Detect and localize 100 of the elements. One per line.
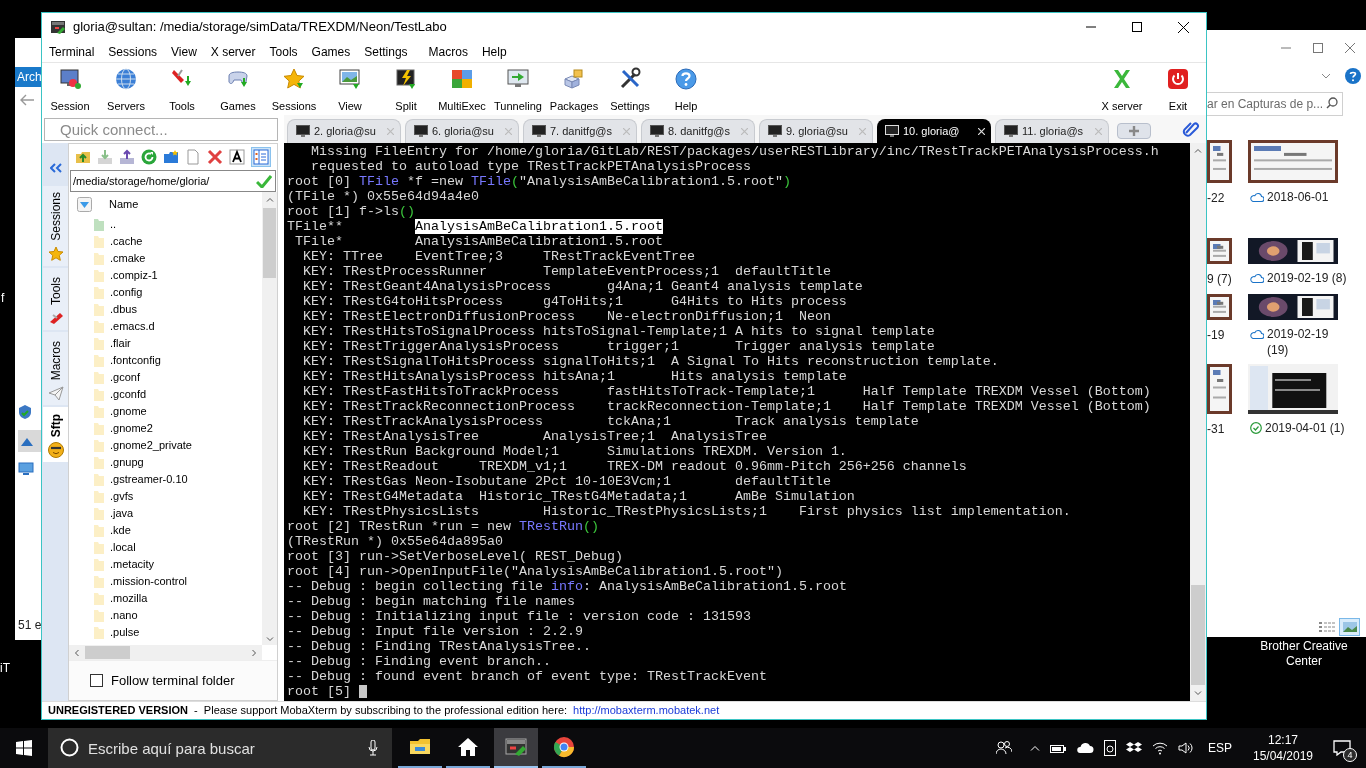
file-label[interactable]: 2018-06-01 [1267,189,1347,205]
horizontal-scrollbar[interactable] [69,645,262,660]
scrollbar-thumb[interactable] [85,646,130,659]
file-label[interactable]: -19 [1207,326,1248,344]
desktop-icon-label[interactable]: Brother Creative Center [1245,639,1363,669]
menu-item[interactable]: Sessions [101,42,165,61]
selected-row[interactable] [18,430,42,452]
side-tab[interactable]: Tools [43,268,68,330]
cloud-icon[interactable] [1076,742,1094,754]
file-label[interactable]: 2019-02-19 (8) [1267,270,1347,286]
menu-item[interactable]: Macros [421,42,475,61]
scrollbar-thumb[interactable] [1191,585,1205,685]
file-name[interactable]: .metacity [110,556,154,573]
file-name[interactable]: .kde [110,522,131,539]
file-name[interactable]: .java [110,505,134,522]
file-name[interactable]: .dbus [110,301,137,318]
file-name[interactable]: .gvfs [110,488,134,505]
file-name[interactable]: .config [110,284,143,301]
file-name[interactable]: .cmake [110,250,146,267]
toolbar-button[interactable]: MultiExec [434,63,490,115]
toolbar-button[interactable]: Tunneling [490,63,546,115]
close-icon[interactable] [978,127,985,135]
clock-date[interactable]: 15/04/2019 [1252,748,1314,764]
chevron-right-icon[interactable] [252,648,257,657]
toolbar-button[interactable]: Games [210,63,266,115]
file-name[interactable]: .local [110,539,136,556]
scrollbar[interactable] [1190,143,1206,701]
text-icon[interactable] [229,149,245,165]
paperclip-icon[interactable] [1182,120,1200,138]
shield-icon[interactable] [18,404,32,420]
scrollbar-thumb[interactable] [263,208,276,278]
chevron-down-icon[interactable] [265,637,274,642]
desktop-icon-label[interactable]: iT [0,659,10,677]
menu-item[interactable]: Settings [357,42,415,61]
toolbar-button[interactable]: View [322,63,378,115]
new-folder-icon[interactable] [163,149,179,165]
file-name[interactable]: .gconf [110,369,140,386]
menu-item[interactable]: Help [474,42,514,61]
upload-icon[interactable] [119,149,135,165]
chevron-down-icon[interactable] [1321,73,1331,79]
file-name[interactable]: .gnome [110,403,147,420]
column-header[interactable]: Name [109,195,139,213]
toolbar-button[interactable]: X server [1094,63,1150,115]
checkbox[interactable] [90,674,103,687]
session-tab[interactable]: 2. gloria@su [287,119,401,143]
toolbar-button[interactable]: Tools [154,63,210,115]
side-tab[interactable]: Sftp [43,407,68,462]
side-tab[interactable]: Macros [43,332,68,405]
taskbar-app[interactable] [494,728,538,768]
details-view-icon[interactable] [1319,621,1335,633]
file-label[interactable]: 2019-04-01 (1) [1265,420,1345,436]
speaker-icon[interactable] [1178,741,1194,755]
ribbon-tab[interactable]: Arch [15,67,42,87]
session-tab[interactable]: 8. danitfg@s [641,119,755,143]
file-name[interactable]: .flair [110,335,131,352]
side-tab[interactable]: Sessions [43,186,68,266]
file-label[interactable]: 9 (7) [1207,270,1248,288]
refresh-icon[interactable] [141,149,157,165]
website-link[interactable]: http://mobaxterm.mobatek.net [573,702,720,719]
file-name[interactable]: .gconfd [110,386,147,403]
terminal-app-icon[interactable] [50,19,66,35]
help-icon[interactable] [1345,68,1361,84]
menu-item[interactable]: Tools [262,42,305,61]
file-name[interactable]: .gnome2 [110,420,153,437]
toolbar-button[interactable]: Help [658,63,714,115]
delete-icon[interactable] [207,149,223,165]
download-icon[interactable] [97,149,113,165]
session-tab[interactable]: 9. gloria@su [759,119,873,143]
thumbnail-view-button[interactable] [1339,618,1360,636]
search-icon[interactable] [1326,97,1338,109]
microphone-icon[interactable] [368,740,378,756]
chevron-down-icon[interactable] [1194,691,1202,696]
file-name[interactable]: .gnupg [110,454,144,471]
toolbar-toggle[interactable] [251,147,271,167]
toolbar-button[interactable]: Split [378,63,434,115]
menu-item[interactable]: Games [304,42,358,61]
toolbar-button[interactable]: Session [42,63,98,115]
clock-time[interactable]: 12:17 [1268,732,1298,748]
double-chevron-left-icon[interactable] [50,163,62,173]
quick-connect-field[interactable]: Quick connect... [44,118,278,141]
new-tab-button[interactable] [1117,123,1151,139]
menu-item[interactable]: Terminal [42,42,102,61]
session-tab[interactable]: 6. gloria@su [405,119,519,143]
wifi-icon[interactable] [1152,741,1168,755]
notification-button[interactable]: 4 [1324,728,1360,768]
file-name[interactable]: .nano [110,607,138,624]
file-label[interactable]: -31 [1207,420,1248,438]
file-name[interactable]: .pulse [110,624,140,641]
search-field[interactable]: ar en Capturas de p... [1207,92,1343,116]
desktop-icon-label[interactable]: f [1,289,5,307]
file-name[interactable]: .emacs.d [110,318,155,335]
new-file-icon[interactable] [185,149,201,165]
toolbar-button[interactable]: Exit [1150,63,1206,115]
dropbox-icon[interactable] [1126,741,1142,755]
language-indicator[interactable]: ESP [1208,739,1232,757]
folder-up-icon[interactable] [75,149,91,165]
people-icon[interactable] [996,740,1012,756]
menu-item[interactable]: X server [203,42,263,61]
battery-icon[interactable] [1050,743,1066,753]
session-tab[interactable]: 7. danitfg@s [523,119,637,143]
